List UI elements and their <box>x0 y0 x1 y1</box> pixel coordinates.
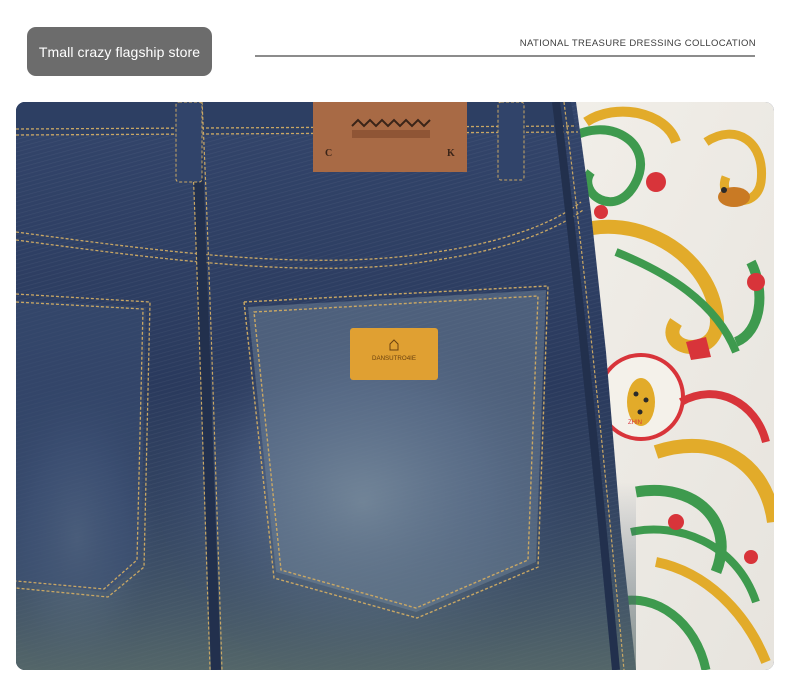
leather-waist-patch <box>313 102 467 172</box>
product-photo: ZHIN C K DANSUTRO4IE <box>16 102 774 670</box>
store-badge[interactable]: Tmall crazy flagship store <box>27 27 212 76</box>
waist-patch-letter-c: C <box>325 148 332 159</box>
waist-patch-letter-k: K <box>447 148 455 159</box>
header-divider <box>255 55 755 57</box>
jeans-back-pocket-image: ZHIN C K DANSUTRO4IE <box>16 102 774 670</box>
belt-loop <box>175 102 203 183</box>
pocket-patch-text: DANSUTRO4IE <box>372 355 416 362</box>
pocket-brand-patch <box>350 328 438 380</box>
store-badge-label: Tmall crazy flagship store <box>38 43 201 60</box>
print-badge-text: ZHIN <box>628 420 642 426</box>
left-back-pocket <box>16 293 151 598</box>
header-caption: NATIONAL TREASURE DRESSING COLLOCATION <box>519 38 756 49</box>
belt-loop <box>497 102 525 181</box>
